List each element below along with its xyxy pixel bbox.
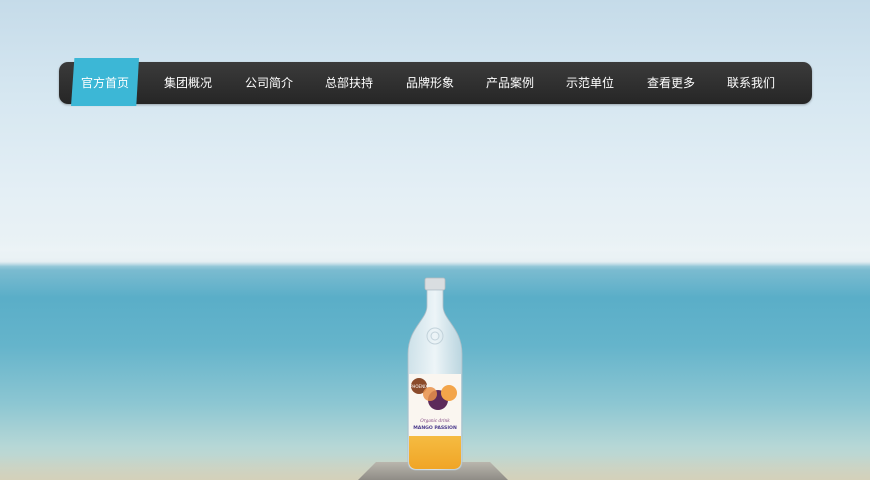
bottle-brand-text: PHOENIX <box>410 384 428 389</box>
bottle-icon: PHOENIX Organic drink MANGO PASSION <box>407 277 463 471</box>
nav-item-demo-units[interactable]: 示范单位 <box>553 62 627 104</box>
nav-item-home[interactable]: 官方首页 <box>71 58 139 106</box>
nav-item-contact-us[interactable]: 联系我们 <box>714 62 788 104</box>
bottle-line1-text: Organic drink <box>420 418 450 423</box>
nav-item-product-cases[interactable]: 产品案例 <box>473 62 547 104</box>
nav-item-hq-support[interactable]: 总部扶持 <box>312 62 386 104</box>
horizon-haze <box>0 240 870 270</box>
hero-bottle-image: PHOENIX Organic drink MANGO PASSION <box>400 276 470 476</box>
bottle-line2-text: MANGO PASSION <box>413 425 457 431</box>
page: 官方首页 集团概况 公司简介 总部扶持 品牌形象 产品案例 示范单位 查看更多 … <box>0 0 870 480</box>
main-navigation: 官方首页 集团概况 公司简介 总部扶持 品牌形象 产品案例 示范单位 查看更多 … <box>59 58 812 106</box>
nav-item-brand-image[interactable]: 品牌形象 <box>393 62 467 104</box>
nav-item-group-overview[interactable]: 集团概况 <box>151 62 225 104</box>
nav-item-company-profile[interactable]: 公司简介 <box>232 62 306 104</box>
nav-item-view-more[interactable]: 查看更多 <box>634 62 708 104</box>
